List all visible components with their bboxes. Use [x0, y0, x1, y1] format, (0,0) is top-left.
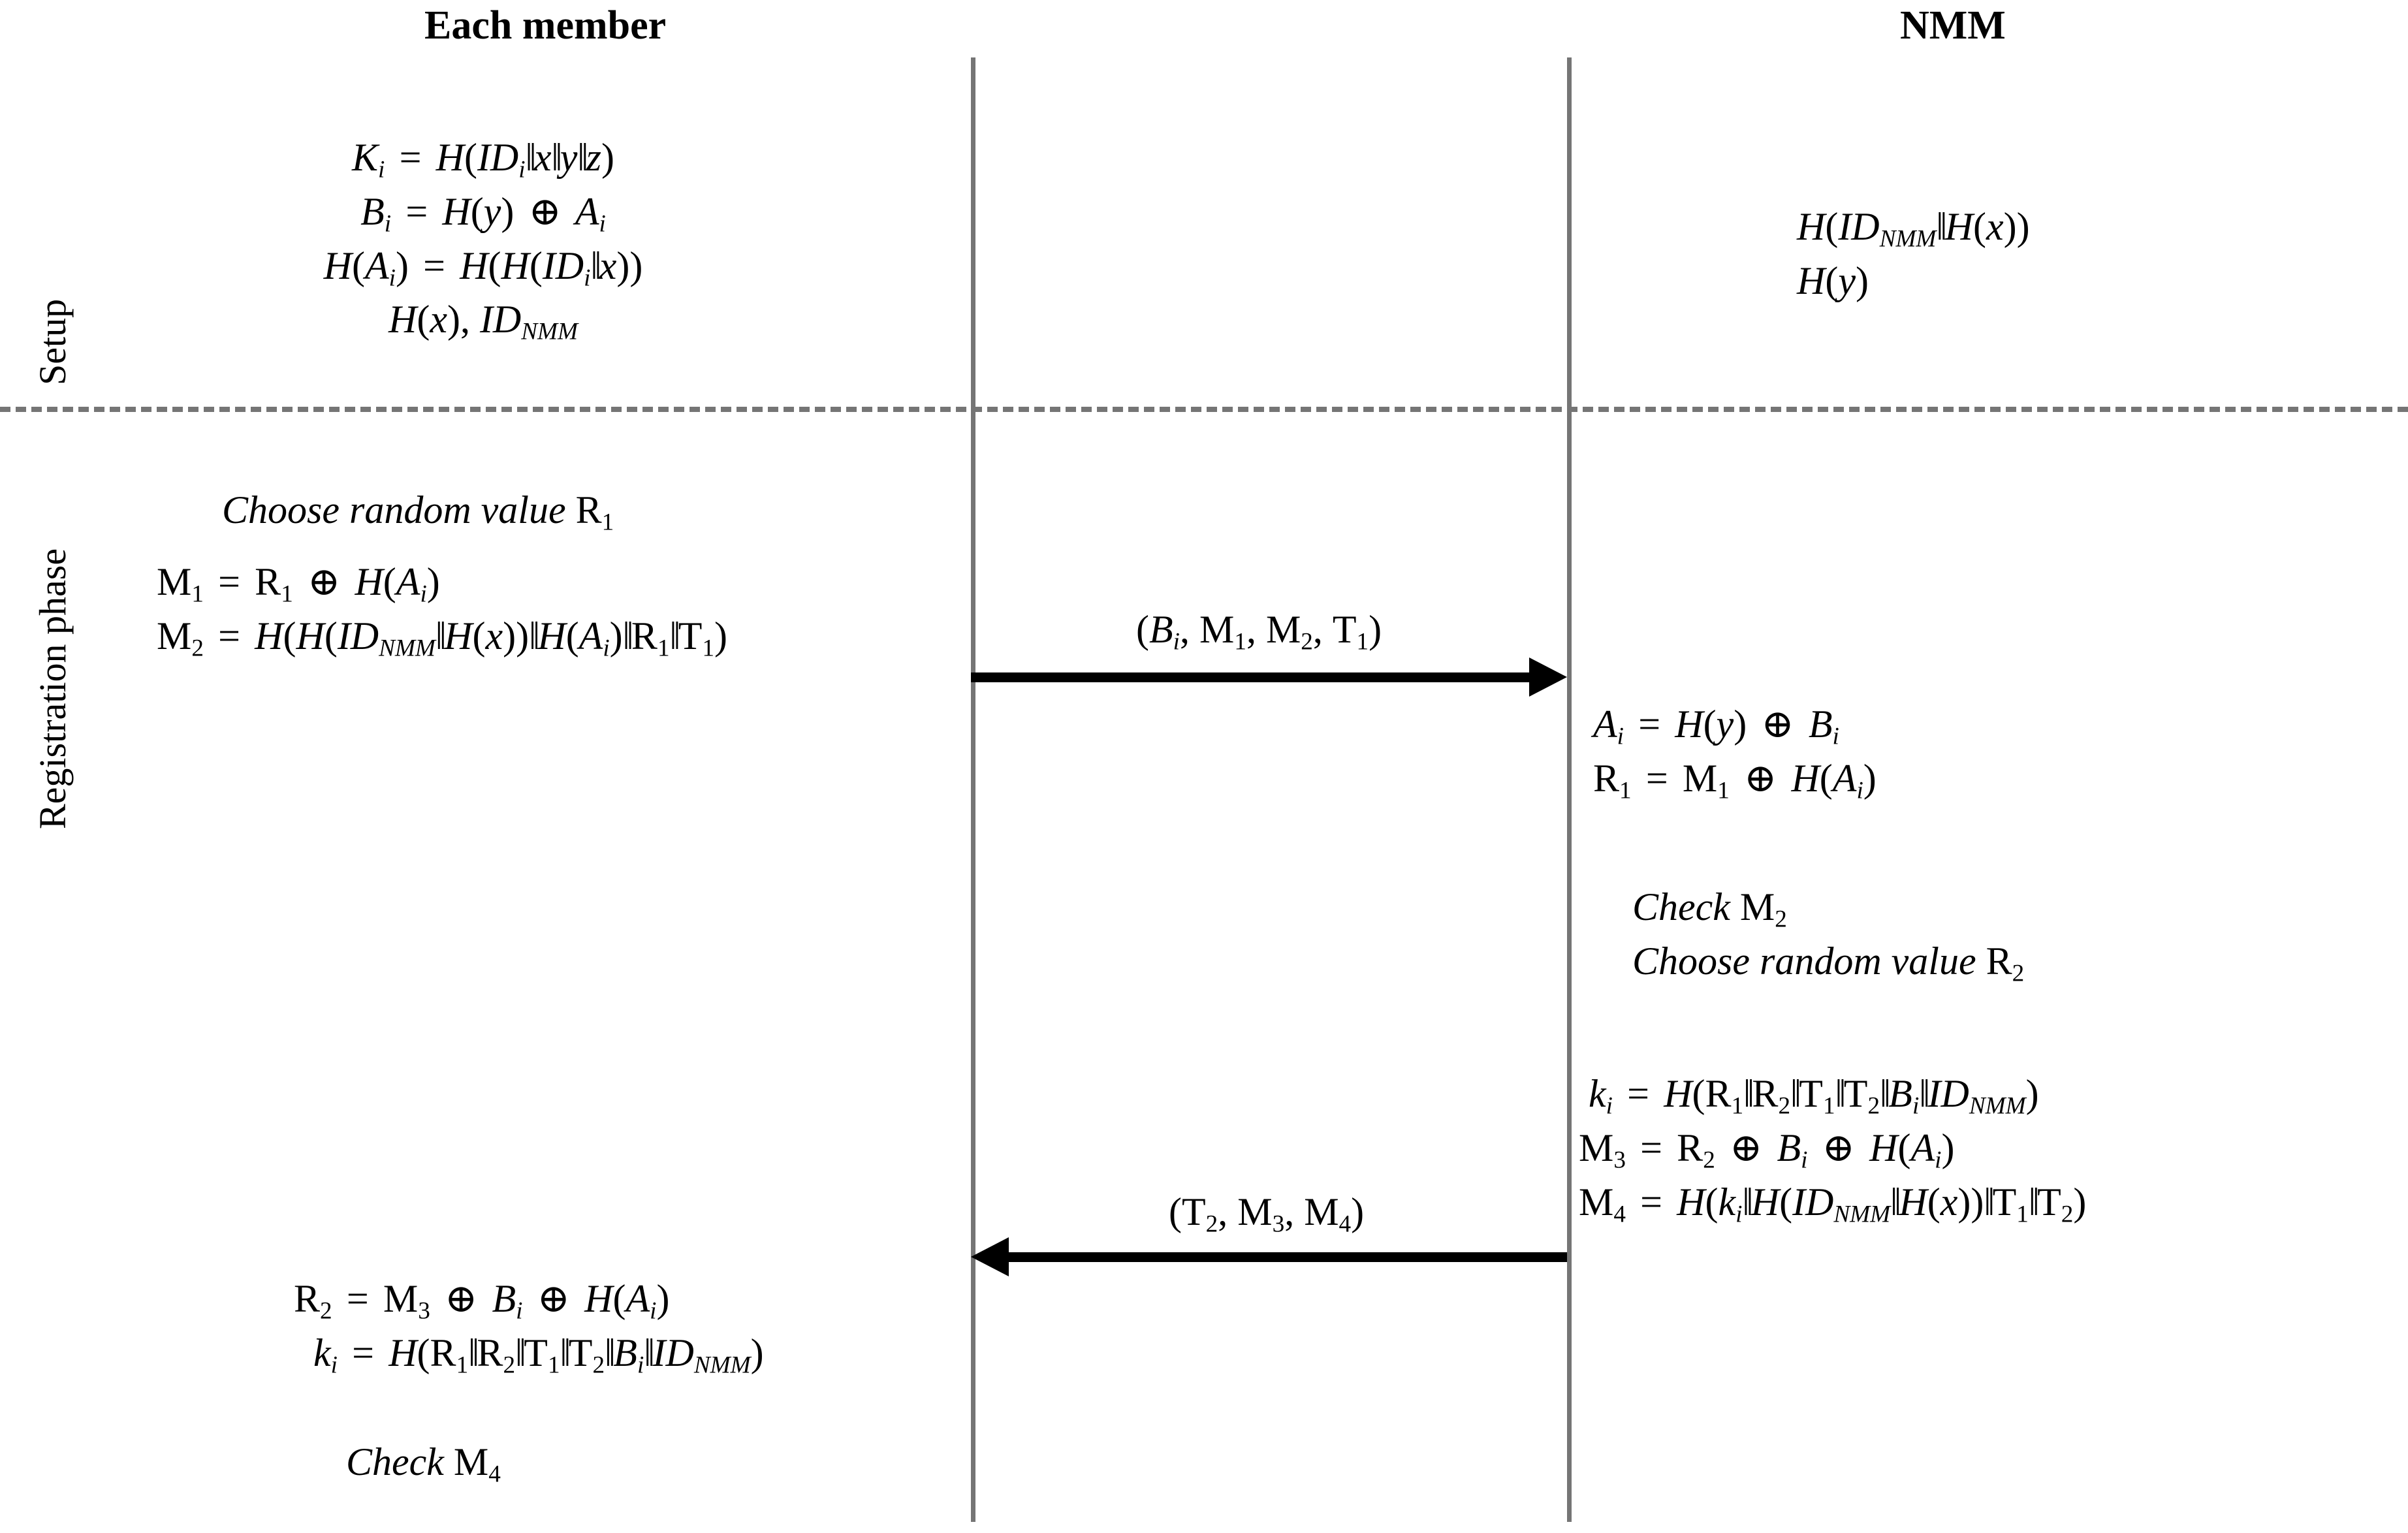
column-header-each-member: Each member: [424, 3, 667, 48]
formula-line: Ai = H(y) ⊕ Bi: [1593, 703, 1839, 750]
registration-member-messages: M1 = R1 ⊕ H(Ai) M2 = H(H(IDNMM‖H(x))‖H(A…: [157, 555, 727, 663]
setup-nmm-formulas: H(IDNMM‖H(x)) H(y): [1797, 200, 2030, 308]
registration-nmm-recover: Ai = H(y) ⊕ Bi R1 = M1 ⊕ H(Ai): [1593, 697, 1877, 806]
formula-line: R2 = M3 ⊕ Bi ⊕ H(Ai): [294, 1277, 670, 1325]
registration-member-choose: Choose random value R1: [222, 483, 614, 537]
formula-line: Choose random value R2: [1632, 939, 2025, 987]
formula-line: H(y): [1797, 259, 1869, 302]
protocol-diagram: Each member NMM Setup Registration phase…: [0, 0, 2408, 1533]
formula-line: M3 = R2 ⊕ Bi ⊕ H(Ai): [1579, 1126, 1955, 1174]
lifeline-nmm: [1567, 57, 1572, 1522]
formula-line: Check M2: [1632, 885, 1787, 933]
arrow-head-left-icon: [971, 1237, 1009, 1276]
arrow-shaft: [971, 672, 1532, 682]
lifeline-each-member: [971, 57, 975, 1522]
formula-line: H(Ai) = H(H(IDi‖x)): [323, 244, 643, 291]
formula-line: M2 = H(H(IDNMM‖H(x))‖H(Ai)‖R1‖T1): [157, 614, 728, 662]
phase-label-setup: Setup: [31, 298, 74, 385]
setup-member-formulas: Ki = H(IDi‖x‖y‖z) Bi = H(y) ⊕ Ai H(Ai) =…: [196, 131, 770, 347]
formula-line: Bi = H(y) ⊕ Ai: [360, 189, 606, 238]
formula-line: R1 = M1 ⊕ H(Ai): [1593, 756, 1877, 804]
formula-line: H(x), IDNMM: [388, 298, 578, 345]
formula-line: M1 = R1 ⊕ H(Ai): [157, 560, 440, 608]
message-label-1: (Bi, M1, M2, T1): [1136, 608, 1382, 656]
formula-line: M4 = H(ki‖H(IDNMM‖H(x))‖T1‖T2): [1579, 1180, 2087, 1227]
formula-line: Check M4: [346, 1440, 501, 1488]
formula-line: H(IDNMM‖H(x)): [1797, 205, 2030, 253]
arrow-shaft: [1006, 1252, 1567, 1262]
registration-nmm-check: Check M2 Choose random value R2: [1632, 880, 2024, 988]
registration-nmm-compute: ki = H(R1‖R2‖T1‖T2‖Bi‖IDNMM) M3 = R2 ⊕ B…: [1579, 1067, 2086, 1229]
formula-line: ki = H(R1‖R2‖T1‖T2‖Bi‖IDNMM): [1589, 1072, 2039, 1120]
formula-line: ki = H(R1‖R2‖T1‖T2‖Bi‖IDNMM): [313, 1331, 764, 1379]
message-label-2: (T2, M3, M4): [1169, 1190, 1365, 1238]
arrow-head-right-icon: [1529, 657, 1567, 697]
registration-member-recover: R2 = M3 ⊕ Bi ⊕ H(Ai) ki = H(R1‖R2‖T1‖T2‖…: [294, 1272, 764, 1380]
formula-line: Choose random value R1: [222, 488, 614, 536]
formula-line: Ki = H(IDi‖x‖y‖z): [352, 136, 614, 183]
column-header-nmm: NMM: [1900, 3, 2006, 48]
registration-member-final-check: Check M4: [346, 1435, 501, 1489]
phase-divider: [0, 407, 2408, 412]
phase-label-registration: Registration phase: [31, 548, 74, 829]
